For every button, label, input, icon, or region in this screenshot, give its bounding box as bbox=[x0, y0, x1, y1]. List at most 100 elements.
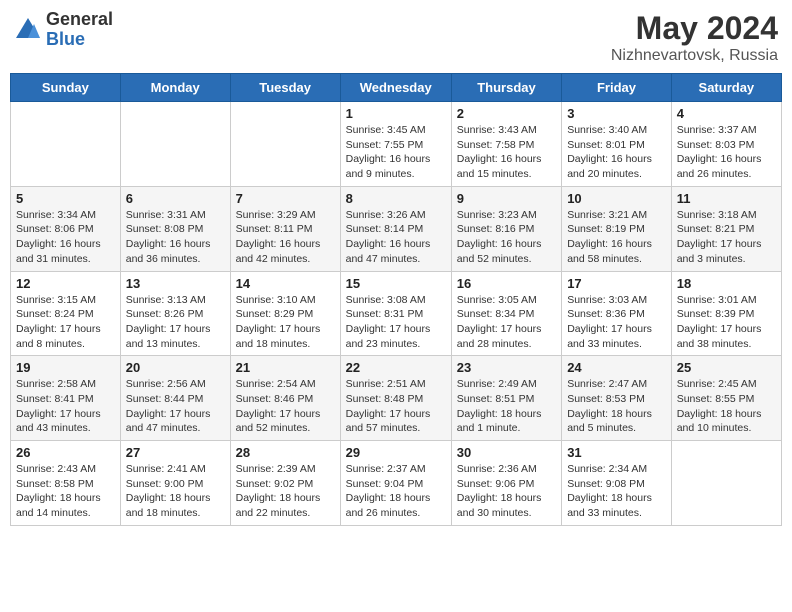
day-number: 5 bbox=[16, 191, 115, 206]
calendar-week-1: 1Sunrise: 3:45 AMSunset: 7:55 PMDaylight… bbox=[11, 102, 782, 187]
weekday-header-thursday: Thursday bbox=[451, 74, 561, 102]
day-info: Sunrise: 3:08 AMSunset: 8:31 PMDaylight:… bbox=[346, 293, 446, 352]
day-info: Sunrise: 2:39 AMSunset: 9:02 PMDaylight:… bbox=[236, 462, 335, 521]
weekday-header-monday: Monday bbox=[120, 74, 230, 102]
logo: General Blue bbox=[14, 10, 113, 50]
day-info: Sunrise: 3:10 AMSunset: 8:29 PMDaylight:… bbox=[236, 293, 335, 352]
day-number: 17 bbox=[567, 276, 666, 291]
calendar-cell: 4 Sunrise: 3:37 AMSunset: 8:03 PMDaylight… bbox=[671, 102, 781, 187]
calendar-cell: 2 Sunrise: 3:43 AMSunset: 7:58 PMDaylight… bbox=[451, 102, 561, 187]
day-number: 28 bbox=[236, 445, 335, 460]
title-block: May 2024 Nizhnevartovsk, Russia bbox=[611, 10, 778, 65]
calendar-cell: 15 Sunrise: 3:08 AMSunset: 8:31 PMDayligh… bbox=[340, 271, 451, 356]
day-info: Sunrise: 3:15 AMSunset: 8:24 PMDaylight:… bbox=[16, 293, 115, 352]
page-header: General Blue May 2024 Nizhnevartovsk, Ru… bbox=[10, 10, 782, 65]
day-info: Sunrise: 3:40 AMSunset: 8:01 PMDaylight:… bbox=[567, 123, 666, 182]
weekday-header-sunday: Sunday bbox=[11, 74, 121, 102]
day-number: 2 bbox=[457, 106, 556, 121]
month-year-title: May 2024 bbox=[611, 10, 778, 47]
day-info: Sunrise: 2:56 AMSunset: 8:44 PMDaylight:… bbox=[126, 377, 225, 436]
day-number: 30 bbox=[457, 445, 556, 460]
day-info: Sunrise: 3:18 AMSunset: 8:21 PMDaylight:… bbox=[677, 208, 776, 267]
day-number: 22 bbox=[346, 360, 446, 375]
day-number: 19 bbox=[16, 360, 115, 375]
weekday-header-wednesday: Wednesday bbox=[340, 74, 451, 102]
calendar-cell: 10 Sunrise: 3:21 AMSunset: 8:19 PMDayligh… bbox=[562, 186, 672, 271]
calendar-table: SundayMondayTuesdayWednesdayThursdayFrid… bbox=[10, 73, 782, 526]
day-number: 12 bbox=[16, 276, 115, 291]
calendar-cell: 5 Sunrise: 3:34 AMSunset: 8:06 PMDaylight… bbox=[11, 186, 121, 271]
day-info: Sunrise: 2:37 AMSunset: 9:04 PMDaylight:… bbox=[346, 462, 446, 521]
weekday-header-tuesday: Tuesday bbox=[230, 74, 340, 102]
day-info: Sunrise: 3:43 AMSunset: 7:58 PMDaylight:… bbox=[457, 123, 556, 182]
calendar-cell: 30Sunrise: 2:36 AMSunset: 9:06 PMDayligh… bbox=[451, 441, 561, 526]
day-number: 23 bbox=[457, 360, 556, 375]
day-number: 4 bbox=[677, 106, 776, 121]
calendar-cell: 23 Sunrise: 2:49 AMSunset: 8:51 PMDayligh… bbox=[451, 356, 561, 441]
day-number: 6 bbox=[126, 191, 225, 206]
day-number: 7 bbox=[236, 191, 335, 206]
logo-icon bbox=[14, 16, 42, 44]
day-number: 1 bbox=[346, 106, 446, 121]
day-info: Sunrise: 2:45 AMSunset: 8:55 PMDaylight:… bbox=[677, 377, 776, 436]
day-number: 11 bbox=[677, 191, 776, 206]
day-info: Sunrise: 3:26 AMSunset: 8:14 PMDaylight:… bbox=[346, 208, 446, 267]
calendar-cell: 7 Sunrise: 3:29 AMSunset: 8:11 PMDaylight… bbox=[230, 186, 340, 271]
day-number: 26 bbox=[16, 445, 115, 460]
day-info: Sunrise: 3:23 AMSunset: 8:16 PMDaylight:… bbox=[457, 208, 556, 267]
day-info: Sunrise: 2:34 AMSunset: 9:08 PMDaylight:… bbox=[567, 462, 666, 521]
day-info: Sunrise: 2:43 AMSunset: 8:58 PMDaylight:… bbox=[16, 462, 115, 521]
day-number: 15 bbox=[346, 276, 446, 291]
calendar-week-5: 26 Sunrise: 2:43 AMSunset: 8:58 PMDayligh… bbox=[11, 441, 782, 526]
day-info: Sunrise: 2:54 AMSunset: 8:46 PMDaylight:… bbox=[236, 377, 335, 436]
calendar-cell: 27 Sunrise: 2:41 AMSunset: 9:00 PMDayligh… bbox=[120, 441, 230, 526]
day-number: 31 bbox=[567, 445, 666, 460]
weekday-header-friday: Friday bbox=[562, 74, 672, 102]
calendar-week-2: 5 Sunrise: 3:34 AMSunset: 8:06 PMDaylight… bbox=[11, 186, 782, 271]
calendar-cell: 28 Sunrise: 2:39 AMSunset: 9:02 PMDayligh… bbox=[230, 441, 340, 526]
day-number: 25 bbox=[677, 360, 776, 375]
calendar-cell: 3 Sunrise: 3:40 AMSunset: 8:01 PMDaylight… bbox=[562, 102, 672, 187]
day-number: 18 bbox=[677, 276, 776, 291]
day-number: 13 bbox=[126, 276, 225, 291]
calendar-cell: 26 Sunrise: 2:43 AMSunset: 8:58 PMDayligh… bbox=[11, 441, 121, 526]
day-number: 3 bbox=[567, 106, 666, 121]
day-info: Sunrise: 2:51 AMSunset: 8:48 PMDaylight:… bbox=[346, 377, 446, 436]
day-number: 10 bbox=[567, 191, 666, 206]
day-info: Sunrise: 2:41 AMSunset: 9:00 PMDaylight:… bbox=[126, 462, 225, 521]
calendar-cell: 19Sunrise: 2:58 AMSunset: 8:41 PMDayligh… bbox=[11, 356, 121, 441]
day-info: Sunrise: 3:29 AMSunset: 8:11 PMDaylight:… bbox=[236, 208, 335, 267]
weekday-header-saturday: Saturday bbox=[671, 74, 781, 102]
day-number: 8 bbox=[346, 191, 446, 206]
day-info: Sunrise: 2:49 AMSunset: 8:51 PMDaylight:… bbox=[457, 377, 556, 436]
calendar-cell bbox=[120, 102, 230, 187]
calendar-cell: 8 Sunrise: 3:26 AMSunset: 8:14 PMDaylight… bbox=[340, 186, 451, 271]
day-number: 24 bbox=[567, 360, 666, 375]
calendar-cell: 20 Sunrise: 2:56 AMSunset: 8:44 PMDayligh… bbox=[120, 356, 230, 441]
calendar-cell: 16 Sunrise: 3:05 AMSunset: 8:34 PMDayligh… bbox=[451, 271, 561, 356]
day-info: Sunrise: 3:31 AMSunset: 8:08 PMDaylight:… bbox=[126, 208, 225, 267]
day-info: Sunrise: 3:34 AMSunset: 8:06 PMDaylight:… bbox=[16, 208, 115, 267]
calendar-cell bbox=[230, 102, 340, 187]
calendar-cell bbox=[11, 102, 121, 187]
day-number: 16 bbox=[457, 276, 556, 291]
calendar-cell: 29Sunrise: 2:37 AMSunset: 9:04 PMDayligh… bbox=[340, 441, 451, 526]
day-info: Sunrise: 3:05 AMSunset: 8:34 PMDaylight:… bbox=[457, 293, 556, 352]
calendar-cell: 14Sunrise: 3:10 AMSunset: 8:29 PMDayligh… bbox=[230, 271, 340, 356]
logo-blue-text: Blue bbox=[46, 30, 113, 50]
day-number: 27 bbox=[126, 445, 225, 460]
location-subtitle: Nizhnevartovsk, Russia bbox=[611, 47, 778, 65]
calendar-cell: 17Sunrise: 3:03 AMSunset: 8:36 PMDayligh… bbox=[562, 271, 672, 356]
calendar-cell: 22 Sunrise: 2:51 AMSunset: 8:48 PMDayligh… bbox=[340, 356, 451, 441]
day-info: Sunrise: 3:21 AMSunset: 8:19 PMDaylight:… bbox=[567, 208, 666, 267]
calendar-cell: 6 Sunrise: 3:31 AMSunset: 8:08 PMDaylight… bbox=[120, 186, 230, 271]
calendar-cell: 18Sunrise: 3:01 AMSunset: 8:39 PMDayligh… bbox=[671, 271, 781, 356]
day-info: Sunrise: 3:37 AMSunset: 8:03 PMDaylight:… bbox=[677, 123, 776, 182]
day-number: 21 bbox=[236, 360, 335, 375]
day-info: Sunrise: 2:47 AMSunset: 8:53 PMDaylight:… bbox=[567, 377, 666, 436]
calendar-cell: 13Sunrise: 3:13 AMSunset: 8:26 PMDayligh… bbox=[120, 271, 230, 356]
day-number: 20 bbox=[126, 360, 225, 375]
calendar-cell: 24 Sunrise: 2:47 AMSunset: 8:53 PMDayligh… bbox=[562, 356, 672, 441]
weekday-header-row: SundayMondayTuesdayWednesdayThursdayFrid… bbox=[11, 74, 782, 102]
calendar-cell: 1Sunrise: 3:45 AMSunset: 7:55 PMDaylight… bbox=[340, 102, 451, 187]
